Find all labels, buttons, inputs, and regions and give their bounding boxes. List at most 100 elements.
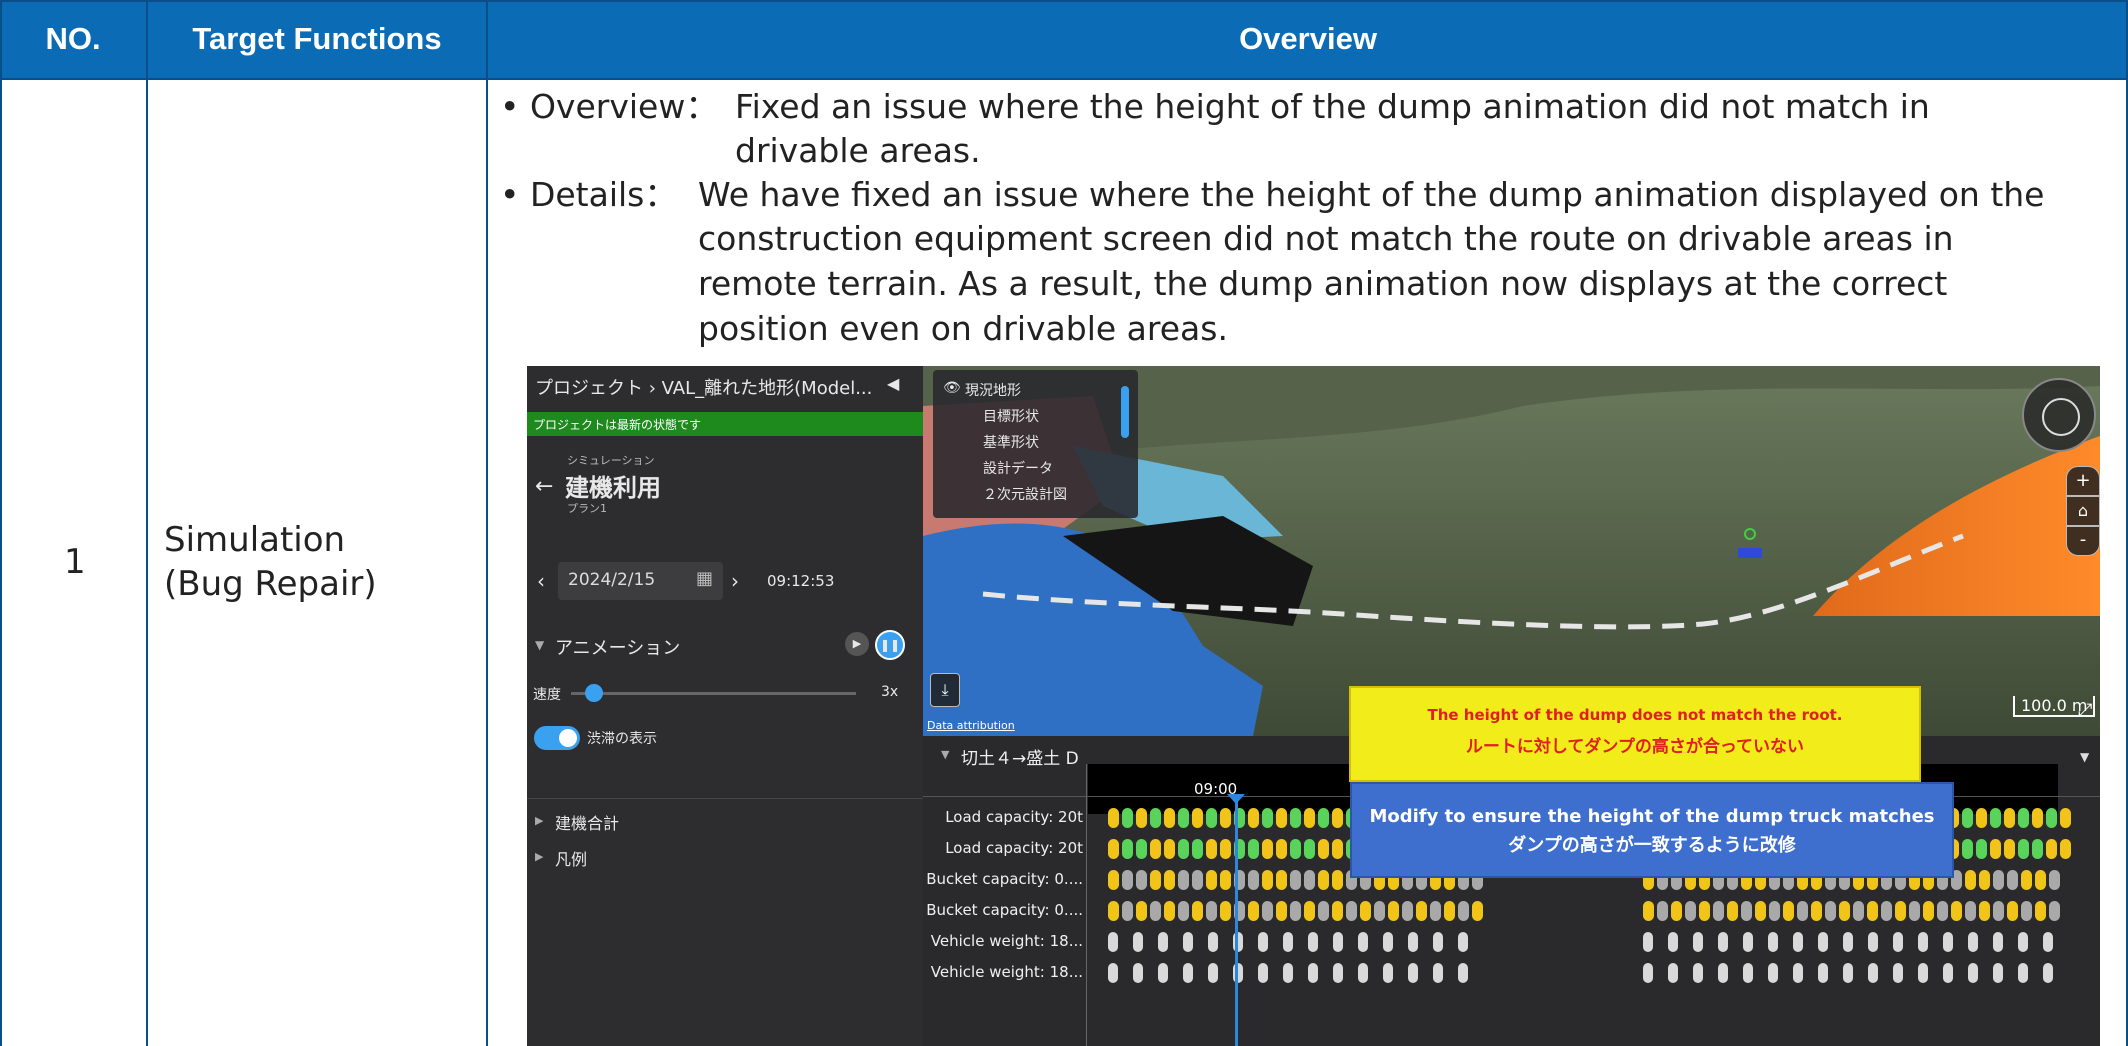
timeline-bar-segment <box>1283 963 1293 983</box>
timeline-bar-segment <box>1158 963 1168 983</box>
layer-item[interactable]: 基準形状 <box>983 432 1039 452</box>
timeline-bar-segment <box>1693 932 1703 952</box>
timeline-bar-segment <box>2018 932 2028 952</box>
group-expand-icon[interactable]: ▶ <box>535 814 543 827</box>
timeline-bar-segment <box>1220 839 1231 859</box>
fullscreen-icon[interactable]: ⤢ <box>2078 700 2092 721</box>
timeline-bar-segment <box>1755 901 1766 921</box>
target-function-line1: Simulation <box>164 520 346 560</box>
timeline-bar-segment <box>1192 901 1203 921</box>
timeline-bar-segment <box>2018 963 2028 983</box>
timeline-bar-segment <box>1797 901 1808 921</box>
timeline-bar-segment <box>1248 901 1259 921</box>
next-date-icon[interactable]: › <box>731 569 739 593</box>
header-target-label: Target Functions <box>192 21 442 56</box>
timeline-bar-segment <box>1811 901 1822 921</box>
timeline-bar-segment <box>1276 839 1287 859</box>
timeline-bar-segment <box>1183 932 1193 952</box>
annotation-issue: The height of the dump does not match th… <box>1349 686 1921 782</box>
timeline-bar-segment <box>1643 932 1653 952</box>
timeline-bar-segment <box>1741 901 1752 921</box>
timeline-bar-segment <box>1262 808 1273 828</box>
timeline-bar-segment <box>1444 901 1455 921</box>
timeline-bar-segment <box>1192 808 1203 828</box>
timeline-cursor[interactable] <box>1235 796 1238 1046</box>
dropdown-icon[interactable]: ▼ <box>2080 750 2089 764</box>
timeline-bar-segment <box>1262 839 1273 859</box>
timeline-bar-segment <box>1769 901 1780 921</box>
sidebar-panel: プロジェクト › VAL_離れた地形(Model... ◀ プロジェクトは最新の… <box>527 366 923 1046</box>
compass-icon[interactable] <box>2022 378 2096 452</box>
layer-item[interactable]: 現況地形 <box>965 380 1021 400</box>
row-number: 1 <box>64 542 86 582</box>
prev-date-icon[interactable]: ‹ <box>537 569 545 593</box>
timeline-bar-segment <box>2032 839 2043 859</box>
map-view[interactable]: 👁 現況地形 目標形状 基準形状 設計データ ２次元設計図 + ⌂ - ⤓ Da… <box>923 366 2100 736</box>
timeline-bar-segment <box>1318 870 1329 890</box>
timeline-bar-segment <box>1304 839 1315 859</box>
route-expand-icon[interactable]: ▼ <box>941 748 949 761</box>
collapse-icon[interactable]: ◀ <box>887 374 899 393</box>
zoom-in-button[interactable]: + <box>2066 466 2100 496</box>
breadcrumb[interactable]: プロジェクト › VAL_離れた地形(Model... <box>535 374 872 400</box>
row-label: Bucket capacity: 0.... <box>926 870 1083 888</box>
zoom-out-button[interactable]: - <box>2066 526 2100 556</box>
congestion-toggle[interactable] <box>534 726 580 750</box>
timeline-bar-segment <box>1937 901 1948 921</box>
details-line: construction equipment screen did not ma… <box>698 219 1954 258</box>
timeline-bar-segment <box>1220 870 1231 890</box>
download-icon[interactable]: ⤓ <box>930 673 960 707</box>
timeline-bar-segment <box>1164 839 1175 859</box>
timeline-bar-segment <box>1304 808 1315 828</box>
timeline-bar-segment <box>1333 932 1343 952</box>
animation-label: アニメーション <box>555 638 681 659</box>
timeline-bar-segment <box>1248 839 1259 859</box>
timeline-bar-segment <box>1332 870 1343 890</box>
group-machines-total[interactable]: 建機合計 <box>555 810 619 834</box>
group-legend[interactable]: 凡例 <box>555 846 587 870</box>
animation-expand-icon[interactable]: ▼ <box>535 638 544 652</box>
timeline-bar-segment <box>1192 839 1203 859</box>
timeline-bar-segment <box>1408 963 1418 983</box>
layer-scrollbar[interactable] <box>1121 386 1129 438</box>
layer-item[interactable]: ２次元設計図 <box>983 484 1067 504</box>
calendar-icon[interactable]: ▦ <box>696 568 713 589</box>
timeline-bar-segment <box>1122 839 1133 859</box>
timeline-bar-segment <box>1108 839 1119 859</box>
timeline-bar-segment <box>1136 901 1147 921</box>
timeline-bar-segment <box>1976 839 1987 859</box>
speed-slider-knob[interactable] <box>585 684 603 702</box>
timeline-bar-segment <box>1136 808 1147 828</box>
home-icon[interactable]: ⌂ <box>2066 496 2100 526</box>
timeline-cursor-handle[interactable] <box>1227 794 1245 804</box>
speed-slider-track[interactable] <box>571 692 856 695</box>
timeline-bar-segment <box>1990 839 2001 859</box>
timeline-bar-segment <box>1825 901 1836 921</box>
timeline-bar-segment <box>1458 963 1468 983</box>
timeline-bar-segment <box>1693 963 1703 983</box>
data-attribution-link[interactable]: Data attribution <box>927 719 1015 732</box>
timeline-bar-segment <box>1318 901 1329 921</box>
play-icon[interactable]: ▶ <box>845 632 869 656</box>
timeline-bar-segment <box>1248 808 1259 828</box>
speed-label: 速度 <box>533 687 561 703</box>
timeline-bar-segment <box>1258 963 1268 983</box>
timeline-bar-segment <box>2035 901 2046 921</box>
grid-line <box>146 0 148 1046</box>
timeline-bar-segment <box>1643 963 1653 983</box>
layer-item[interactable]: 設計データ <box>983 458 1053 478</box>
eye-icon[interactable]: 👁 <box>943 380 961 396</box>
back-arrow-icon[interactable]: ← <box>535 474 553 499</box>
timeline-bar-segment <box>1793 963 1803 983</box>
date-input[interactable]: 2024/2/15 ▦ <box>558 562 723 600</box>
timeline-bar-segment <box>2018 839 2029 859</box>
group-expand-icon[interactable]: ▶ <box>535 850 543 863</box>
timeline-bar-segment <box>1923 901 1934 921</box>
timeline-bar-segment <box>1918 963 1928 983</box>
timeline-bar-segment <box>1318 839 1329 859</box>
pause-icon[interactable]: ❚❚ <box>875 630 905 660</box>
layer-item[interactable]: 目標形状 <box>983 406 1039 426</box>
timeline-bar-segment <box>1206 901 1217 921</box>
timeline-bar-segment <box>1881 901 1892 921</box>
timeline-bar-segment <box>1122 901 1133 921</box>
